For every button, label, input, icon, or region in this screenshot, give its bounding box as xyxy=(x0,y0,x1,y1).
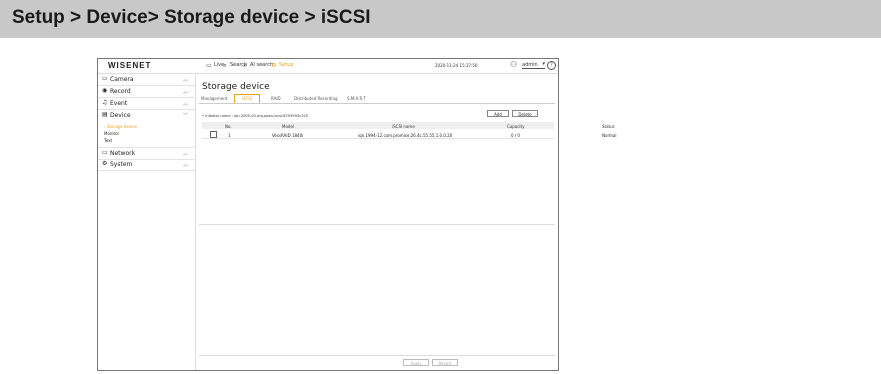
datetime: 2020-11-24 15:37:56 xyxy=(435,63,478,68)
sidebar-item-device[interactable]: ▤ Device ﹀ xyxy=(98,110,195,121)
sidebar-item-record[interactable]: ◉ Record ︿ xyxy=(98,86,195,98)
nav-setup[interactable]: ⚙ Setup xyxy=(271,61,293,69)
sidebar-sub-storage-device[interactable]: › Storage device xyxy=(104,124,137,129)
network-icon: ▭ xyxy=(102,149,108,156)
col-no: No. xyxy=(225,123,232,129)
col-capacity: Capacity xyxy=(507,123,525,129)
chevron-up-icon: ︿ xyxy=(183,151,189,157)
col-model: Model xyxy=(282,123,295,129)
cell-no: 1 xyxy=(228,132,231,138)
divider xyxy=(199,224,555,225)
sidebar-sub-monitor[interactable]: Monitor xyxy=(104,131,119,136)
page-title: Storage device xyxy=(202,82,270,92)
sidebar-sub-text[interactable]: Text xyxy=(104,138,112,143)
table-row[interactable]: 1 VessRAID 1840i iqn.1994-12.com.promise… xyxy=(202,131,616,139)
cell-model: VessRAID 1840i xyxy=(272,132,304,138)
banner-title: Setup > Device> Storage device > iSCSI xyxy=(12,7,371,28)
chevron-up-icon: ︿ xyxy=(183,89,189,95)
app-window: WISENET ▭ Live ⌕ Search ⌕ AI search ⚙ Setup … xyxy=(97,58,616,371)
user-select[interactable]: admin ▾ xyxy=(522,61,545,69)
chevron-up-icon: ︿ xyxy=(183,101,189,107)
user-icon: ⚇ xyxy=(510,60,518,69)
sidebar-item-event[interactable]: ♫ Event ︿ xyxy=(98,98,195,110)
chevron-up-icon: ︿ xyxy=(183,162,189,168)
tab-distributed-recording[interactable]: Distributed Recording xyxy=(294,96,338,101)
logo: WISENET xyxy=(108,61,152,70)
delete-button[interactable]: Delete xyxy=(512,110,538,117)
top-bar: WISENET ▭ Live ⌕ Search ⌕ AI search ⚙ Setup … xyxy=(98,59,558,74)
cell-iscsi-name: iqn.1994-12.com.promise.26.4c.55.55.1.0.… xyxy=(358,132,453,138)
camera-icon: ▭ xyxy=(102,75,108,82)
tab-bar: Management iSCSI RAID Distributed Record… xyxy=(199,94,555,104)
sidebar-item-system[interactable]: ⚙ System ︿ xyxy=(98,159,195,171)
tab-smart[interactable]: S.M.A.R.T xyxy=(347,96,366,101)
chevron-down-icon: ﹀ xyxy=(183,113,189,119)
cell-status: Normal xyxy=(602,132,617,138)
col-status: Status xyxy=(602,123,615,129)
help-icon[interactable]: ? xyxy=(547,61,556,70)
main-panel: Storage device Management iSCSI RAID Dis… xyxy=(196,74,616,370)
nav-ai-search[interactable]: ⌕ AI search xyxy=(242,62,273,68)
tab-iscsi[interactable]: iSCSI xyxy=(234,94,260,103)
col-iscsi-name: iSCSI name xyxy=(392,123,415,129)
revert-button[interactable]: Revert xyxy=(432,359,458,366)
record-icon: ◉ xyxy=(102,87,108,94)
chevron-down-icon: ▾ xyxy=(542,61,545,67)
monitor-icon: ▭ xyxy=(206,61,212,69)
cell-capacity: 0 / 0 xyxy=(511,132,520,138)
tab-raid[interactable]: RAID xyxy=(271,96,281,101)
table-header: No. Model iSCSI name Capacity Status xyxy=(202,122,615,129)
banner: Setup > Device> Storage device > iSCSI xyxy=(0,0,881,38)
bell-icon: ♫ xyxy=(102,99,108,106)
search-icon: ⌕ xyxy=(223,61,227,69)
initiator-name: • Initiator name : iqn.2005-03.org.open-… xyxy=(202,114,309,118)
sidebar-item-camera[interactable]: ▭ Camera ︿ xyxy=(98,74,195,86)
row-checkbox[interactable] xyxy=(210,131,217,138)
gear-icon: ⚙ xyxy=(102,160,108,167)
apply-button[interactable]: Apply xyxy=(403,359,429,366)
tab-management[interactable]: Management xyxy=(201,96,227,101)
sidebar: ▭ Camera ︿ ◉ Record ︿ ♫ Event ︿ ▤ Device ﹀ › Sto… xyxy=(98,74,196,370)
ai-search-icon: ⌕ xyxy=(243,61,247,69)
add-button[interactable]: Add xyxy=(487,110,509,117)
chevron-up-icon: ︿ xyxy=(183,77,189,83)
gear-icon: ⚙ xyxy=(271,61,277,69)
footer-divider xyxy=(199,355,555,356)
device-icon: ▤ xyxy=(102,111,108,118)
